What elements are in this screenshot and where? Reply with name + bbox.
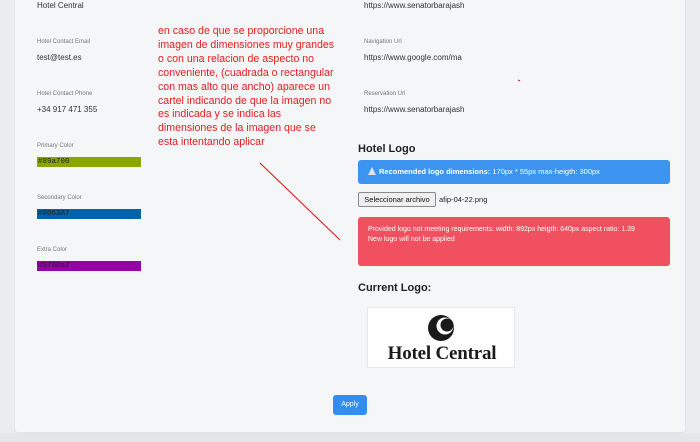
reservation-url-field[interactable]: https://www.senatorbarajash xyxy=(364,105,465,114)
logo-error-alert: Provided logo not meeting requirements: … xyxy=(358,217,670,266)
hotel-logo-title: Hotel Logo xyxy=(358,143,416,155)
navigation-url-field[interactable]: https://www.google.com/ma xyxy=(364,53,462,62)
current-logo-title: Current Logo: xyxy=(358,282,432,294)
logo-emblem-icon xyxy=(428,315,454,341)
info-bold-text: Recomended logo dimensions: xyxy=(379,167,491,176)
selected-file-name: afip-04-22.png xyxy=(439,195,488,204)
booking-url-field[interactable]: https://www.senatorbarajash xyxy=(364,1,465,10)
error-requirements-text: Provided logo not meeting requirements: … xyxy=(368,226,635,233)
logo-wordmark: Hotel Central xyxy=(387,343,497,364)
reservation-url-label: Reservation Url xyxy=(364,91,406,97)
file-select-button[interactable]: Seleccionar archivo xyxy=(358,192,436,207)
navigation-url-label: Navigation Url xyxy=(364,39,402,45)
apply-button[interactable]: Apply xyxy=(333,395,367,415)
error-not-applied-text: New logo will not be applied xyxy=(368,236,455,243)
warning-icon xyxy=(368,167,376,175)
logo-dimensions-info-alert: Recomended logo dimensions: 170px * 55px… xyxy=(358,160,670,184)
info-text: 170px * 55px max-heigth: 300px xyxy=(490,167,600,176)
current-logo-image: Hotel Central xyxy=(367,307,515,368)
